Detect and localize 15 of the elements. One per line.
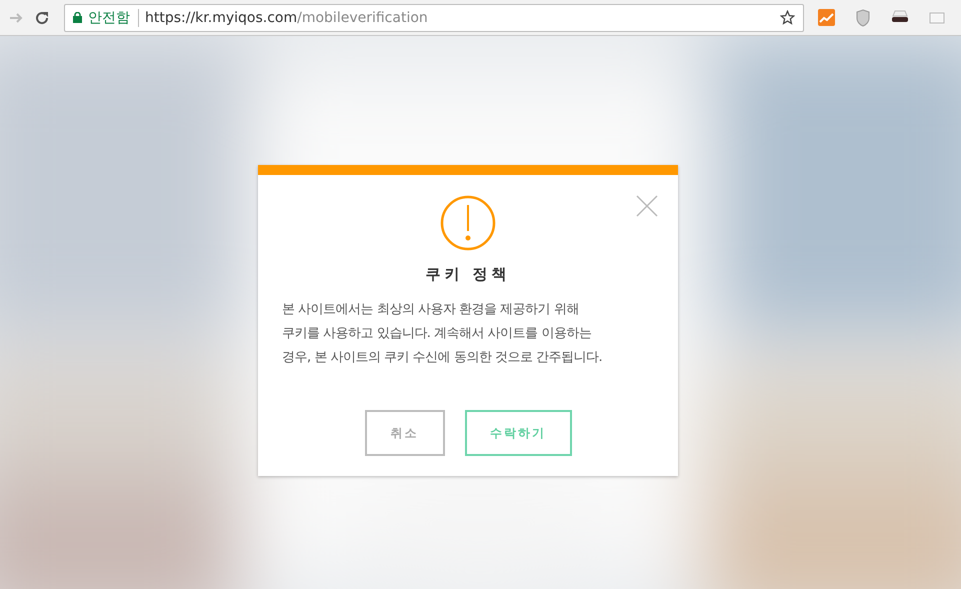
address-bar[interactable]: 안전함 https://kr.myiqos.com/mobileverification	[64, 4, 804, 32]
dialog-message: 본 사이트에서는 최상의 사용자 환경을 제공하기 위해 쿠키를 사용하고 있습니다. 계속해서 사이트를 이용하는 경우, 본 사이트의 쿠키 수신에 동의한 것으로 간주됩니다.	[281, 301, 604, 367]
security-label: 안전함	[88, 8, 139, 26]
star-icon[interactable]	[780, 10, 795, 25]
shield-extension-icon[interactable]	[855, 8, 871, 26]
url-text: https://kr.myiqos.com/mobileverification	[145, 10, 429, 26]
dialog-title: 쿠키 정책	[425, 265, 511, 284]
accept-button[interactable]: 수락하기	[464, 410, 572, 456]
chart-extension-icon[interactable]	[818, 9, 835, 26]
cancel-button[interactable]: 취소	[364, 410, 444, 456]
close-icon[interactable]	[636, 195, 658, 217]
lock-icon	[73, 12, 82, 23]
reload-icon[interactable]	[34, 10, 50, 26]
cast-extension-icon[interactable]	[929, 12, 945, 24]
warning-icon	[440, 195, 496, 251]
